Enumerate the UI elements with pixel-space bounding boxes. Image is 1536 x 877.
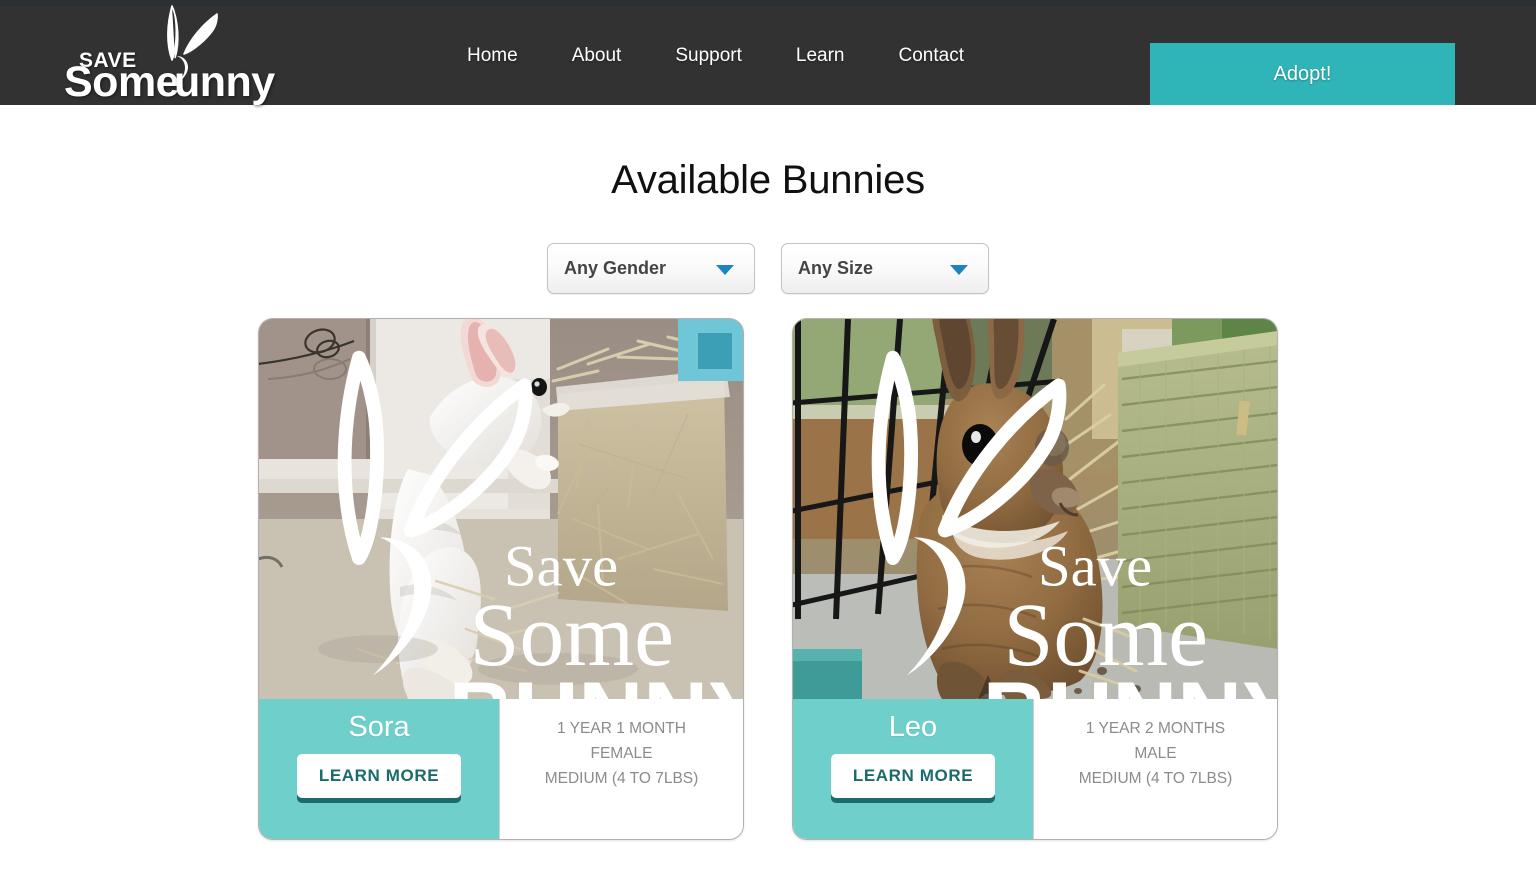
filter-bar: Any Gender Any Size xyxy=(0,243,1536,294)
bunny-card[interactable]: Save Some BUNNY Sora LEARN MORE 1 YEAR 1… xyxy=(258,318,744,840)
bunny-photo: Save Some BUNNY xyxy=(259,319,743,699)
size-filter-select[interactable]: Any Size xyxy=(781,243,989,294)
gender-filter-select[interactable]: Any Gender xyxy=(547,243,755,294)
bunny-age: 1 YEAR 2 MONTHS xyxy=(1085,720,1226,737)
bunny-card-body: Leo LEARN MORE 1 YEAR 2 MONTHS MALE MEDI… xyxy=(793,699,1277,839)
size-filter-label: Any Size xyxy=(798,258,874,278)
page-title: Available Bunnies xyxy=(611,158,925,202)
bunny-gender: FEMALE xyxy=(590,745,653,762)
nav-item-home[interactable]: Home xyxy=(440,37,545,75)
learn-more-button[interactable]: LEARN MORE xyxy=(296,753,462,798)
bunny-ears-icon xyxy=(167,5,218,84)
nav-item-contact[interactable]: Contact xyxy=(872,37,991,75)
adopt-button[interactable]: Adopt! xyxy=(1150,43,1455,105)
site-logo[interactable]: SAVE Some unny xyxy=(62,5,312,111)
bunny-card-info: 1 YEAR 1 MONTH FEMALE MEDIUM (4 TO 7LBS) xyxy=(499,699,743,839)
bunny-card-accent-panel: Sora LEARN MORE xyxy=(259,699,499,839)
bunny-size: MEDIUM (4 TO 7LBS) xyxy=(544,770,699,787)
bunny-name: Leo xyxy=(888,711,938,743)
main-navigation: Home About Support Learn Contact xyxy=(440,6,991,105)
nav-item-learn[interactable]: Learn xyxy=(769,37,872,75)
chevron-down-icon xyxy=(716,264,734,275)
gender-filter-label: Any Gender xyxy=(564,258,667,278)
bunny-photo: Save Some BUNNY xyxy=(793,319,1277,699)
learn-more-button[interactable]: LEARN MORE xyxy=(830,753,996,798)
bunny-card[interactable]: Save Some BUNNY Leo LEARN MORE 1 YEAR 2 … xyxy=(792,318,1278,840)
bunny-size: MEDIUM (4 TO 7LBS) xyxy=(1078,770,1233,787)
nav-item-support[interactable]: Support xyxy=(648,37,769,75)
chevron-down-icon xyxy=(950,264,968,275)
bunny-card-body: Sora LEARN MORE 1 YEAR 1 MONTH FEMALE ME… xyxy=(259,699,743,839)
bunny-card-list: Save Some BUNNY Sora LEARN MORE 1 YEAR 1… xyxy=(0,318,1536,840)
bunny-name: Sora xyxy=(348,711,410,743)
bunny-card-accent-panel: Leo LEARN MORE xyxy=(793,699,1033,839)
site-header: SAVE Some unny Home About Support Learn … xyxy=(0,5,1536,105)
bunny-card-info: 1 YEAR 2 MONTHS MALE MEDIUM (4 TO 7LBS) xyxy=(1033,699,1277,839)
bunny-gender: MALE xyxy=(1134,745,1177,762)
nav-item-about[interactable]: About xyxy=(545,37,649,75)
bunny-age: 1 YEAR 1 MONTH xyxy=(557,720,686,737)
